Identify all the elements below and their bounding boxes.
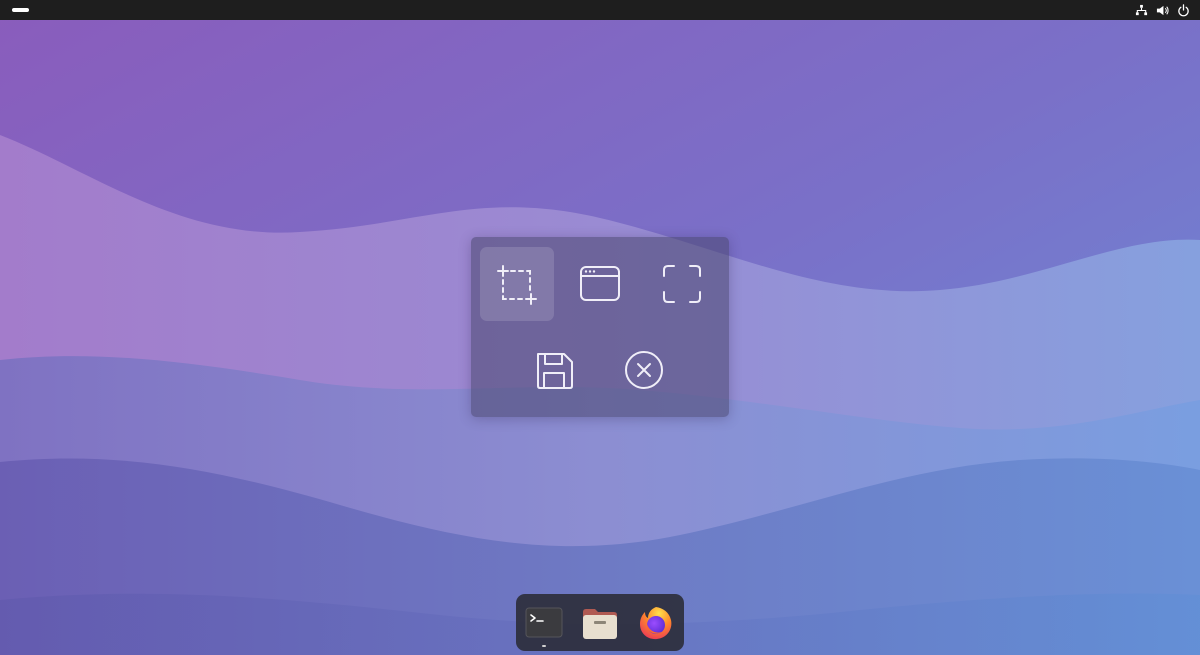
firefox-icon[interactable] bbox=[637, 604, 675, 642]
close-circle-icon bbox=[625, 351, 663, 389]
power-icon[interactable] bbox=[1177, 3, 1190, 17]
desktop bbox=[0, 0, 1200, 655]
activities-button[interactable] bbox=[12, 8, 29, 12]
selection-area-button[interactable] bbox=[480, 247, 554, 321]
window-icon bbox=[580, 266, 620, 301]
save-button[interactable] bbox=[517, 333, 591, 407]
running-indicator bbox=[542, 645, 546, 647]
system-tray[interactable] bbox=[1135, 2, 1190, 18]
files-folder-icon[interactable] bbox=[581, 604, 619, 642]
close-button[interactable] bbox=[607, 333, 681, 407]
dock bbox=[516, 594, 684, 651]
screenshot-panel bbox=[471, 237, 729, 417]
terminal-icon[interactable] bbox=[525, 604, 563, 642]
save-icon bbox=[537, 353, 573, 389]
top-bar bbox=[0, 0, 1200, 20]
fullscreen-capture-button[interactable] bbox=[645, 247, 719, 321]
selection-area-icon bbox=[497, 265, 537, 305]
window-capture-button[interactable] bbox=[563, 247, 637, 321]
volume-icon[interactable] bbox=[1156, 4, 1169, 17]
network-icon[interactable] bbox=[1135, 4, 1148, 17]
fullscreen-icon bbox=[663, 265, 701, 303]
